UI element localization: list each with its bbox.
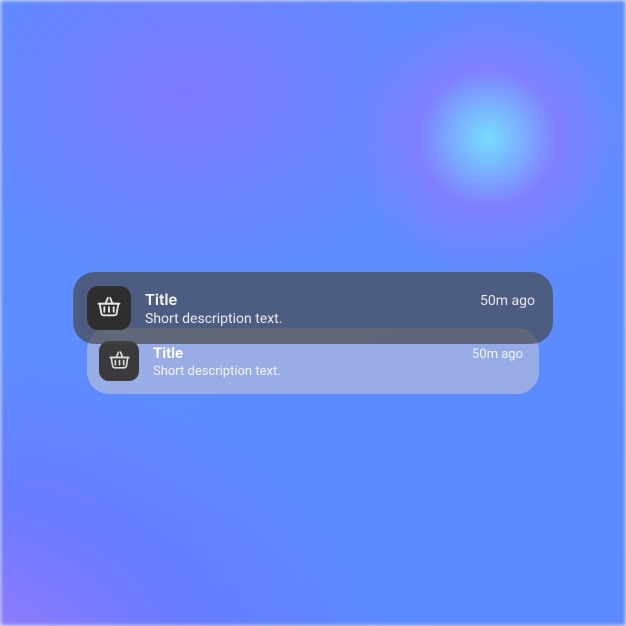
notification-text: Title 50m ago Short description text. xyxy=(145,290,535,327)
shopping-basket-icon xyxy=(107,347,132,376)
notification-description: Short description text. xyxy=(145,311,535,327)
notification-description: Short description text. xyxy=(153,364,523,379)
notification-title: Title xyxy=(145,290,177,309)
shopping-basket-icon xyxy=(95,292,123,324)
app-icon xyxy=(99,341,139,381)
notification-text: Title 50m ago Short description text. xyxy=(153,344,523,379)
app-icon xyxy=(87,286,131,330)
notification-card[interactable]: Title 50m ago Short description text. xyxy=(73,272,553,344)
notification-time: 50m ago xyxy=(472,347,523,362)
notification-title: Title xyxy=(153,344,183,362)
notification-time: 50m ago xyxy=(480,293,535,309)
